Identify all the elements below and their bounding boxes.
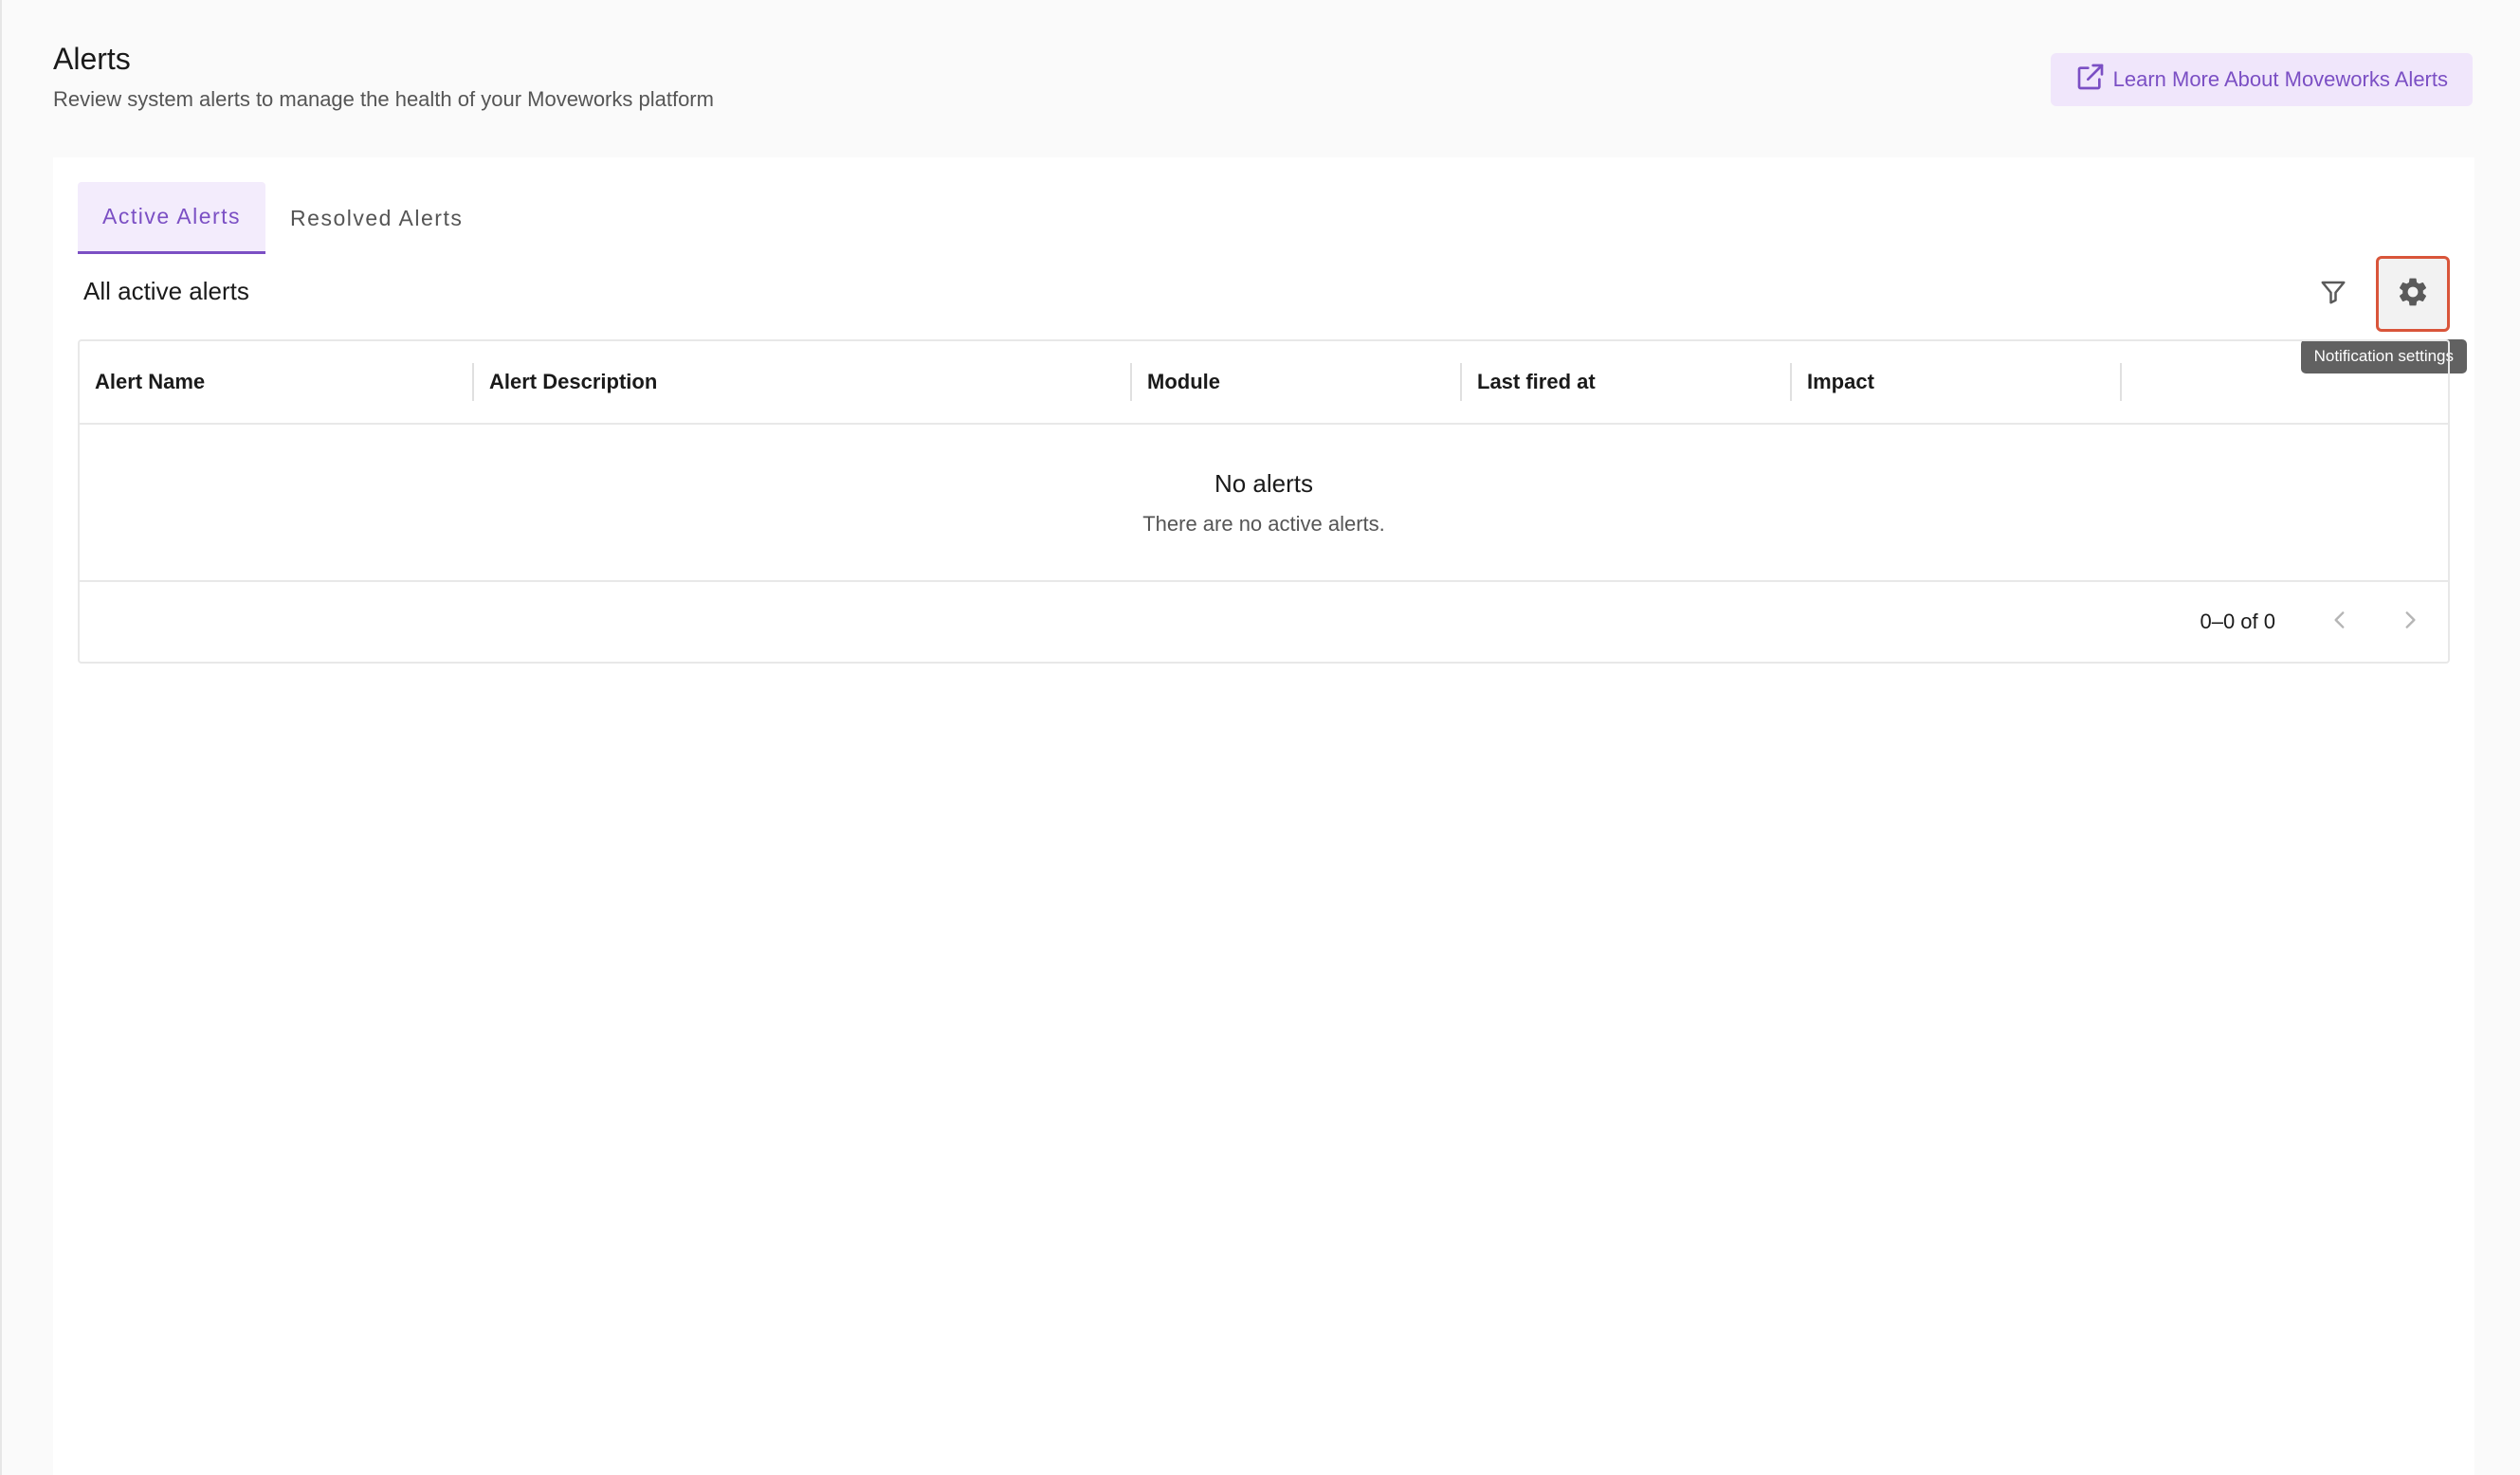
alert-tabs: Active Alerts Resolved Alerts [78, 182, 487, 254]
pagination-info: 0–0 of 0 [2200, 610, 2275, 633]
tab-active-alerts[interactable]: Active Alerts [78, 182, 266, 254]
empty-state-subtitle: There are no active alerts. [1142, 511, 1385, 536]
filter-button[interactable] [2300, 261, 2366, 327]
section-title: All active alerts [83, 277, 249, 305]
pagination: 0–0 of 0 [80, 582, 2448, 662]
column-header-actions [2122, 363, 2444, 401]
column-header-last-fired-at[interactable]: Last fired at [1462, 363, 1792, 401]
external-link-icon [2075, 62, 2106, 98]
learn-more-button[interactable]: Learn More About Moveworks Alerts [2050, 53, 2473, 106]
chevron-right-icon [2398, 608, 2422, 637]
page-title: Alerts [53, 42, 131, 76]
alerts-page: Alerts Review system alerts to manage th… [0, 0, 2520, 1475]
filter-icon [2319, 278, 2347, 311]
empty-state: No alerts There are no active alerts. [80, 425, 2448, 582]
table-toolbar [2300, 256, 2450, 332]
tab-resolved-alerts[interactable]: Resolved Alerts [265, 182, 487, 254]
page-header: Alerts Review system alerts to manage th… [53, 38, 714, 112]
learn-more-label: Learn More About Moveworks Alerts [2112, 67, 2448, 91]
column-header-impact[interactable]: Impact [1792, 363, 2122, 401]
gear-icon [2396, 275, 2430, 314]
next-page-button[interactable] [2389, 601, 2431, 643]
column-header-alert-name[interactable]: Alert Name [80, 363, 474, 401]
previous-page-button[interactable] [2319, 601, 2361, 643]
notification-settings-button[interactable] [2376, 256, 2450, 332]
page-subtitle: Review system alerts to manage the healt… [53, 87, 714, 111]
column-header-alert-description[interactable]: Alert Description [474, 363, 1132, 401]
alerts-table: Alert Name Alert Description Module Last… [78, 339, 2450, 664]
column-header-module[interactable]: Module [1132, 363, 1462, 401]
chevron-left-icon [2328, 608, 2352, 637]
alerts-card: Active Alerts Resolved Alerts All active… [53, 157, 2474, 1475]
table-header: Alert Name Alert Description Module Last… [80, 341, 2448, 425]
empty-state-title: No alerts [1214, 468, 1314, 498]
